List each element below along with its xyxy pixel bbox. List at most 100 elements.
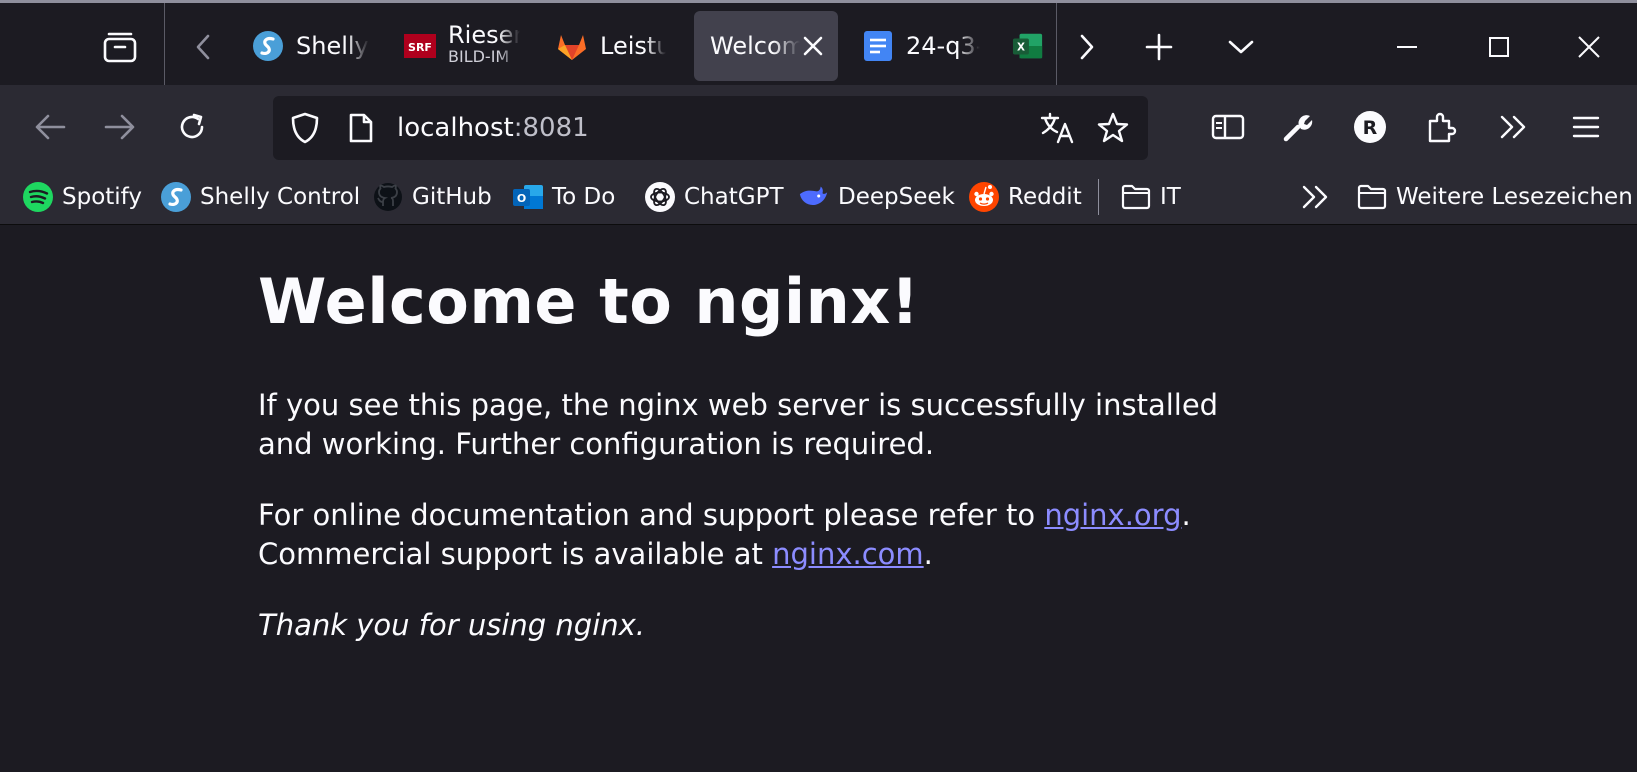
- bookmark-label: GitHub: [412, 184, 492, 210]
- minimize-button[interactable]: [1384, 25, 1430, 69]
- reload-icon: [180, 113, 204, 139]
- nginx-com-link[interactable]: nginx.com: [772, 537, 924, 571]
- close-window-button[interactable]: [1566, 25, 1612, 69]
- url-text: localhost:8081: [397, 113, 589, 143]
- forward-button[interactable]: [98, 105, 142, 149]
- url-bar[interactable]: localhost:8081: [273, 96, 1148, 160]
- tab-title: 24-q3-: [906, 32, 980, 60]
- tab-groups-button[interactable]: [96, 25, 144, 69]
- list-all-tabs-button[interactable]: [1222, 25, 1260, 69]
- thank-you-paragraph: Thank you for using nginx.: [258, 606, 1258, 645]
- developer-tools-button[interactable]: [1276, 105, 1320, 149]
- folder-icon: [1356, 181, 1388, 213]
- navigation-toolbar: localhost:8081 R: [0, 85, 1637, 171]
- bookmark-reddit[interactable]: Reddit: [968, 179, 1082, 215]
- more-bookmarks-button[interactable]: [1296, 179, 1336, 215]
- gitlab-icon: [556, 30, 588, 62]
- star-icon: [1097, 112, 1129, 143]
- intro-paragraph: If you see this page, the nginx web serv…: [258, 388, 1219, 461]
- svg-text:O: O: [517, 192, 526, 205]
- app-menu-button[interactable]: [1564, 105, 1608, 149]
- bookmarks-separator: [1098, 179, 1099, 215]
- github-icon: [372, 181, 404, 213]
- bookmark-spotify[interactable]: Spotify: [22, 179, 142, 215]
- bookmark-page-button[interactable]: [1095, 110, 1131, 146]
- puzzle-icon: [1428, 112, 1457, 143]
- avatar-icon: R: [1354, 111, 1386, 143]
- google-docs-icon: [862, 30, 894, 62]
- close-icon: [803, 36, 823, 56]
- srf-icon: SRF: [404, 30, 436, 62]
- double-chevron-right-icon: [1500, 115, 1526, 139]
- bookmark-shelly-control[interactable]: Shelly Control: [160, 179, 360, 215]
- profile-button[interactable]: R: [1348, 105, 1392, 149]
- tab-title: Shelly: [296, 32, 369, 60]
- thank-you-text: Thank you for using nginx.: [258, 608, 646, 642]
- bookmark-to-do[interactable]: O To Do: [512, 179, 615, 215]
- extensions-button[interactable]: [1420, 105, 1464, 149]
- maximize-button[interactable]: [1476, 25, 1522, 69]
- bookmark-label: DeepSeek: [838, 184, 955, 210]
- shelly-icon: [160, 181, 192, 213]
- tab-shelly[interactable]: Shelly: [252, 11, 370, 81]
- tab-subtitle: BILD-IM: [448, 47, 510, 66]
- page-title: Welcome to nginx!: [258, 265, 920, 338]
- paragraph-text: .: [923, 537, 933, 571]
- svg-text:X: X: [1017, 42, 1025, 54]
- more-tools-button[interactable]: [1492, 105, 1536, 149]
- back-button[interactable]: [28, 105, 72, 149]
- tab-docs[interactable]: 24-q3-: [862, 11, 980, 81]
- close-tab-button[interactable]: [802, 35, 824, 57]
- bookmark-chatgpt[interactable]: ChatGPT: [644, 179, 784, 215]
- folder-icon: [1120, 181, 1152, 213]
- bookmark-deepseek[interactable]: DeepSeek: [798, 179, 955, 215]
- outlook-icon: O: [512, 181, 544, 213]
- minimize-icon: [1397, 46, 1417, 48]
- shield-icon: [291, 112, 319, 144]
- svg-text:SRF: SRF: [408, 41, 432, 54]
- translate-button[interactable]: [1039, 110, 1075, 146]
- nginx-org-link[interactable]: nginx.org: [1044, 498, 1181, 532]
- reddit-icon: [968, 181, 1000, 213]
- bookmark-label: IT: [1160, 184, 1181, 210]
- reload-button[interactable]: [170, 105, 214, 149]
- bookmark-label: ChatGPT: [684, 184, 784, 210]
- maximize-icon: [1489, 37, 1509, 57]
- arrow-right-icon: [104, 114, 135, 140]
- bookmark-folder-it[interactable]: IT: [1120, 179, 1181, 215]
- scroll-tabs-right-button[interactable]: [1070, 25, 1104, 69]
- documentation-paragraph: For online documentation and support ple…: [258, 496, 1258, 574]
- tab-excel[interactable]: X: [1012, 11, 1056, 81]
- paragraph-text: Commercial support is available at: [258, 537, 773, 571]
- tab-gitlab[interactable]: Leistur: [556, 11, 666, 81]
- chevron-down-icon: [1228, 40, 1254, 54]
- new-tab-button[interactable]: [1140, 25, 1178, 69]
- plus-icon: [1145, 33, 1173, 61]
- scroll-tabs-left-button[interactable]: [186, 25, 220, 69]
- chevron-right-icon: [1080, 34, 1094, 60]
- bookmark-label: To Do: [552, 184, 616, 210]
- bookmark-folder-other[interactable]: Weitere Lesezeichen: [1356, 179, 1633, 215]
- tab-welcome[interactable]: Welcom: [694, 11, 838, 81]
- tab-srf[interactable]: SRF Riesen BILD-IM: [404, 11, 520, 81]
- close-icon: [1578, 36, 1600, 58]
- reader-view-button[interactable]: [1206, 105, 1250, 149]
- paragraph-text: .: [1181, 498, 1191, 532]
- site-info-button[interactable]: [343, 110, 379, 146]
- tab-title: Welcom: [710, 32, 800, 60]
- bookmark-label: Shelly Control: [200, 184, 361, 210]
- url-port: :8081: [513, 113, 589, 143]
- deepseek-icon: [798, 181, 830, 213]
- chatgpt-icon: [644, 181, 676, 213]
- tracking-protection-button[interactable]: [287, 110, 323, 146]
- wrench-icon: [1283, 115, 1313, 142]
- bookmark-github[interactable]: GitHub: [372, 179, 492, 215]
- spotify-icon: [22, 181, 54, 213]
- translate-icon: [1040, 112, 1074, 144]
- svg-text:R: R: [1363, 117, 1378, 139]
- page-content: Welcome to nginx! If you see this page, …: [0, 225, 1637, 772]
- chevron-left-icon: [196, 34, 210, 60]
- bookmark-label: Spotify: [62, 184, 142, 210]
- double-chevron-right-icon: [1302, 185, 1328, 209]
- bookmark-label: Weitere Lesezeichen: [1396, 184, 1633, 210]
